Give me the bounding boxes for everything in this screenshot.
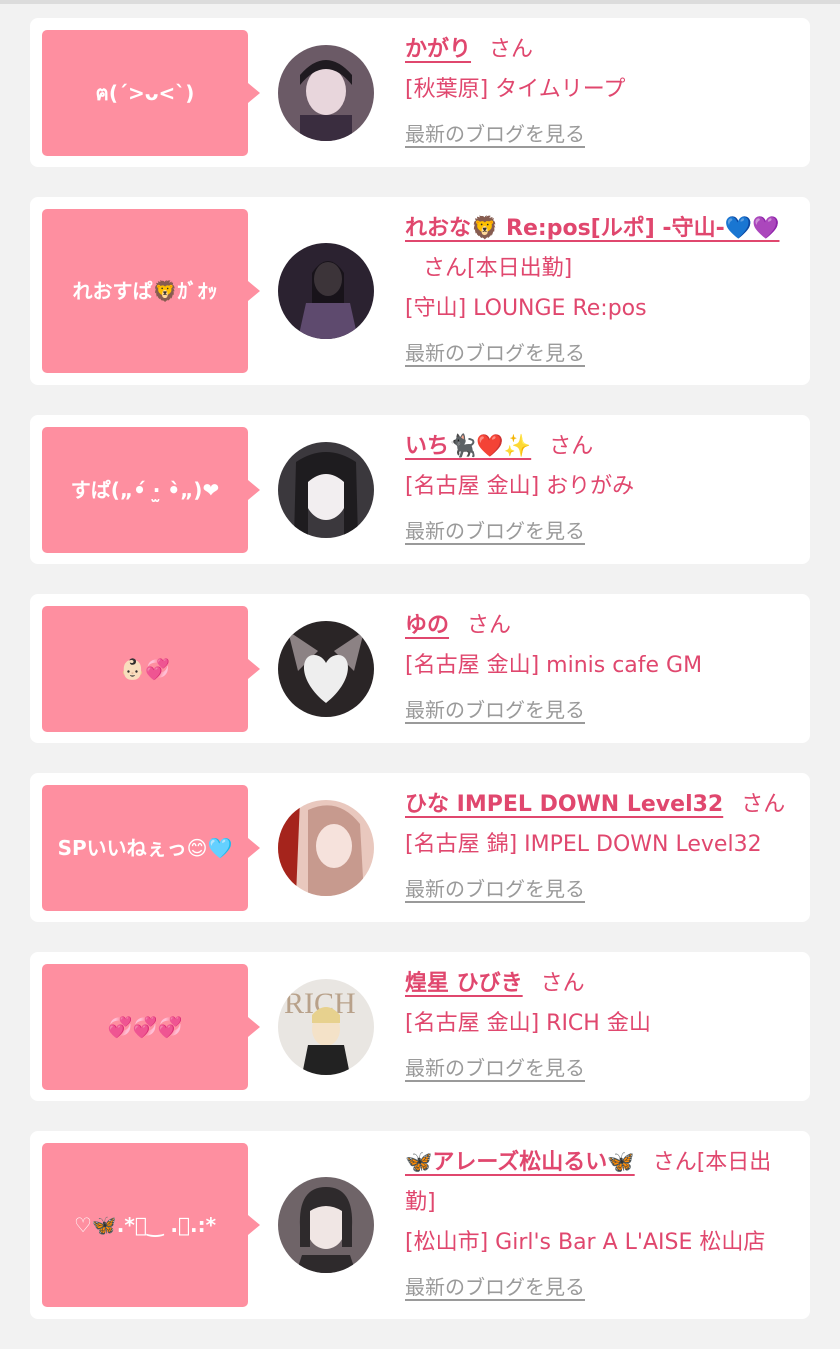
latest-blog-link[interactable]: 最新のブログを見る (405, 511, 585, 551)
avatar[interactable] (278, 442, 374, 538)
girl-name-link[interactable]: いち🐈‍⬛❤️✨ (405, 434, 531, 459)
girl-name-link[interactable]: 煌星 ひびき (405, 971, 523, 996)
shop-label: [守山] LOUNGE Re:pos (405, 296, 647, 321)
name-suffix: さん (540, 971, 585, 996)
girl-name-link[interactable]: ゆの (405, 613, 449, 638)
list-item: れおすぱ🦁ｶﾞｵｯ れおな🦁 Re:pos[ルポ] -守山-💙💜 さん[本日出勤]… (30, 197, 810, 385)
avatar-image: RICH (278, 979, 374, 1075)
avatar[interactable]: RICH (278, 979, 374, 1075)
comment-bubble: ฅ(´>ᴗ<`) (42, 30, 260, 156)
list-item: 💞💞💞 RICH 煌星 ひびき さん [名古屋 金山] RICH 金山 最新のブロ… (30, 952, 810, 1101)
girl-name-link[interactable]: 🦋アレーズ松山るい🦋 (405, 1150, 635, 1175)
girl-name-link[interactable]: かがり (405, 37, 471, 62)
shop-label: [名古屋 金山] minis cafe GM (405, 653, 703, 678)
comment-bubble: すぱ(​„•́ ·̫ •̀„)❤ (42, 427, 260, 553)
latest-blog-link[interactable]: 最新のブログを見る (405, 333, 585, 373)
avatar[interactable] (278, 243, 374, 339)
shop-label: [松山市] Girl's Bar A L'AISE 松山店 (405, 1230, 766, 1255)
girl-name-link[interactable]: ひな IMPEL DOWN Level32 (405, 792, 723, 817)
name-suffix: さん[本日出勤] (423, 256, 573, 281)
avatar[interactable] (278, 800, 374, 896)
list-item: すぱ(​„•́ ·̫ •̀„)❤ いち🐈‍⬛❤️✨ さん [名古屋 金山] おりが… (30, 415, 810, 564)
avatar-image (278, 45, 374, 141)
comment-bubble: 💞💞💞 (42, 964, 260, 1090)
latest-blog-link[interactable]: 最新のブログを見る (405, 869, 585, 909)
list-item: ฅ(´>ᴗ<`) かがり さん [秋葉原] タイムリープ 最新のブログを見る (30, 18, 810, 167)
avatar[interactable] (278, 45, 374, 141)
comment-bubble: れおすぱ🦁ｶﾞｵｯ (42, 209, 260, 373)
avatar-image (278, 800, 374, 896)
list-item: ♡🦋.*ﾟ‿ .｡.:* 🦋アレーズ松山るい🦋 さん[本日出勤] [松山市] Gi… (30, 1131, 810, 1319)
avatar[interactable] (278, 621, 374, 717)
latest-blog-link[interactable]: 最新のブログを見る (405, 690, 585, 730)
name-suffix: さん (489, 37, 534, 62)
shop-label: [名古屋 金山] RICH 金山 (405, 1011, 651, 1036)
avatar-image (278, 621, 374, 717)
name-suffix: さん (741, 792, 786, 817)
latest-blog-link[interactable]: 最新のブログを見る (405, 1048, 585, 1088)
avatar[interactable] (278, 1177, 374, 1273)
shop-label: [名古屋 錦] IMPEL DOWN Level32 (405, 832, 762, 857)
avatar-image (278, 442, 374, 538)
avatar-image (278, 1177, 374, 1273)
blog-card-list: ฅ(´>ᴗ<`) かがり さん [秋葉原] タイムリープ 最新のブログを見る れお… (30, 18, 810, 1349)
shop-label: [秋葉原] タイムリープ (405, 77, 626, 102)
name-suffix: さん (549, 434, 594, 459)
shop-label: [名古屋 金山] おりがみ (405, 474, 635, 499)
comment-bubble: 👶🏻💞 (42, 606, 260, 732)
top-border (0, 0, 840, 4)
list-item: 👶🏻💞 ゆの さん [名古屋 金山] minis cafe GM 最新のブログを見… (30, 594, 810, 743)
comment-bubble: ♡🦋.*ﾟ‿ .｡.:* (42, 1143, 260, 1307)
avatar-image (278, 243, 374, 339)
latest-blog-link[interactable]: 最新のブログを見る (405, 1267, 585, 1307)
list-item: SPいいねぇっ😊🩵 ひな IMPEL DOWN Level32 さん [名古屋 錦… (30, 773, 810, 922)
girl-name-link[interactable]: れおな🦁 Re:pos[ルポ] -守山-💙💜 (405, 216, 779, 241)
latest-blog-link[interactable]: 最新のブログを見る (405, 114, 585, 154)
comment-bubble: SPいいねぇっ😊🩵 (42, 785, 260, 911)
name-suffix: さん (467, 613, 512, 638)
